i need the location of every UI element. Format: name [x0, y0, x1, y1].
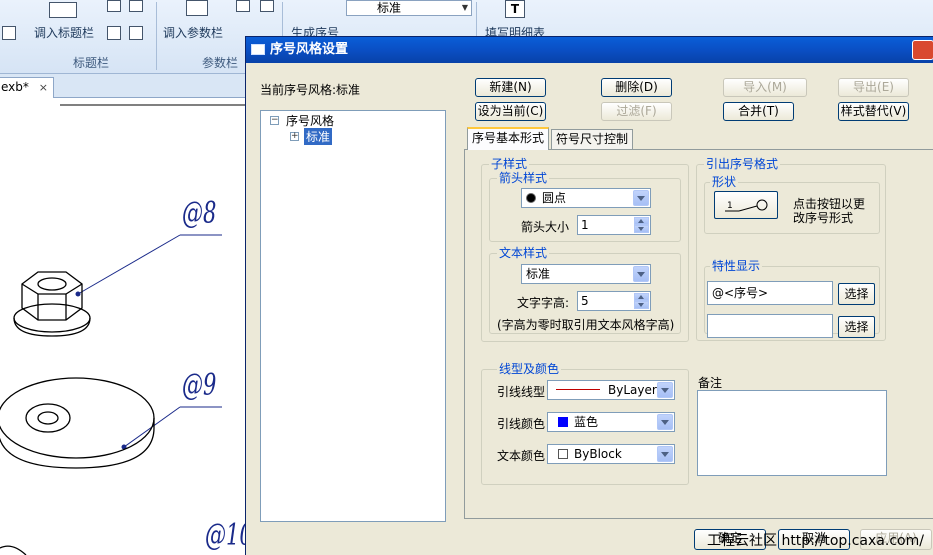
- merge-button[interactable]: 合并(T): [723, 102, 794, 121]
- spin-up-icon[interactable]: [634, 217, 649, 225]
- left-edge-icon[interactable]: [2, 26, 16, 40]
- style-tree[interactable]: − 序号风格 + 标准: [260, 110, 446, 522]
- export-button[interactable]: 导出(E): [838, 78, 909, 97]
- ribbon-separator: [156, 2, 157, 70]
- leader-color-label: 引线颜色: [497, 417, 546, 431]
- arrow-style-title: 箭头样式: [497, 169, 550, 186]
- import-titlebar-icon: [49, 2, 77, 18]
- import-titlebar-button[interactable]: 调入标题栏: [34, 24, 94, 41]
- leader-format-title: 引出序号格式: [704, 155, 781, 172]
- leader-color-combo[interactable]: 蓝色: [547, 412, 675, 432]
- arrow-size-spinner[interactable]: 1: [577, 215, 651, 235]
- color-swatch-icon: [558, 449, 568, 459]
- style-combo[interactable]: 标准 ▼: [346, 0, 472, 16]
- titlebar-extra-icon[interactable]: [107, 26, 121, 40]
- close-dialog-icon[interactable]: [912, 40, 933, 60]
- dialog-app-icon: [251, 44, 265, 55]
- drawing-svg: [0, 104, 245, 555]
- text-color-value: ByBlock: [574, 447, 622, 461]
- arrow-style-combo[interactable]: 圆点: [521, 188, 651, 208]
- leader-color-value: 蓝色: [574, 415, 599, 429]
- spin-up-icon[interactable]: [634, 293, 649, 301]
- replace-style-button[interactable]: 样式替代(V): [838, 102, 909, 121]
- tree-item-standard[interactable]: 标准: [304, 128, 333, 145]
- chevron-down-icon[interactable]: [633, 190, 649, 206]
- text-height-value: 5: [581, 294, 589, 308]
- set-current-button[interactable]: 设为当前(C): [475, 102, 546, 121]
- text-color-combo[interactable]: ByBlock: [547, 444, 675, 464]
- collapse-toggle-icon[interactable]: −: [270, 116, 279, 125]
- document-tab[interactable]: exb* ×: [0, 77, 54, 98]
- dot-arrow-icon: [526, 193, 536, 203]
- expand-toggle-icon[interactable]: +: [290, 132, 299, 141]
- chevron-down-icon[interactable]: [657, 382, 673, 398]
- property-field-1[interactable]: @<序号>: [707, 281, 833, 305]
- text-height-spinner[interactable]: 5: [577, 291, 651, 311]
- select-button-1[interactable]: 选择: [838, 283, 875, 305]
- filter-button[interactable]: 过滤(F): [601, 102, 672, 121]
- tab-symbol-size[interactable]: 符号尺寸控制: [551, 129, 634, 149]
- line-sample-icon: [556, 389, 600, 390]
- watermark: 工程云社区 http://top.caxa.com/: [707, 533, 924, 549]
- chevron-down-icon[interactable]: [657, 446, 673, 462]
- params-edit-icon[interactable]: [236, 0, 250, 12]
- balloon-shape-icon: 1: [725, 199, 768, 212]
- titlebar-fill-icon[interactable]: [129, 0, 143, 12]
- dialog-titlebar[interactable]: 序号风格设置: [246, 37, 933, 63]
- text-style-title: 文本样式: [497, 244, 550, 261]
- arrow-size-label: 箭头大小: [521, 220, 570, 234]
- tree-root[interactable]: 序号风格: [286, 112, 334, 129]
- titlebar-edit-icon[interactable]: [107, 0, 121, 12]
- spin-down-icon[interactable]: [634, 301, 649, 309]
- group-label-titlebar: 标题栏: [73, 56, 110, 70]
- new-button[interactable]: 新建(N): [475, 78, 546, 97]
- import-params-button[interactable]: 调入参数栏: [163, 24, 223, 41]
- spin-down-icon[interactable]: [634, 225, 649, 233]
- property-field-2[interactable]: [707, 314, 833, 338]
- group-label-params: 参数栏: [202, 56, 239, 70]
- import-button[interactable]: 导入(M): [723, 78, 807, 97]
- leader-type-value: ByLayer: [608, 383, 657, 397]
- shape-title: 形状: [710, 173, 739, 190]
- chevron-down-icon[interactable]: [657, 414, 673, 430]
- sequence-style-dialog: 序号风格设置 当前序号风格:标准 − 序号风格 + 标准 新建(N) 删除(D)…: [245, 36, 933, 555]
- remark-label: 备注: [698, 376, 723, 390]
- document-tab-label: exb*: [1, 80, 29, 94]
- close-tab-icon[interactable]: ×: [39, 78, 48, 97]
- tab-control: 序号基本形式 符号尺寸控制 子样式 箭头样式 圆点 箭头大小 1 文本样式 标准: [464, 127, 933, 519]
- balloon-8: @8: [182, 196, 217, 231]
- tab-basic-form[interactable]: 序号基本形式: [467, 127, 550, 150]
- delete-button[interactable]: 删除(D): [601, 78, 672, 97]
- import-params-icon: [186, 0, 208, 16]
- chevron-down-icon[interactable]: [633, 266, 649, 282]
- drawing-canvas[interactable]: @8 @9 @10: [0, 98, 253, 555]
- line-color-title: 线型及颜色: [497, 360, 562, 377]
- arrow-size-value: 1: [581, 218, 589, 232]
- shape-hint: 点击按钮以更改序号形式: [793, 197, 866, 225]
- params-fill-icon[interactable]: [260, 0, 274, 12]
- color-swatch-icon: [558, 417, 568, 427]
- text-height-label: 文字字高:: [517, 296, 570, 310]
- fill-detail-icon: T: [505, 0, 525, 18]
- shape-button[interactable]: 1: [714, 191, 778, 219]
- text-style-value: 标准: [526, 267, 551, 281]
- tab-panel: 子样式 箭头样式 圆点 箭头大小 1 文本样式 标准 文字字高: 5 (字高为零…: [464, 149, 933, 519]
- titlebar-extra2-icon[interactable]: [129, 26, 143, 40]
- leader-type-label: 引线线型: [497, 385, 546, 399]
- current-style-label: 当前序号风格:标准: [260, 83, 361, 97]
- property-display-title: 特性显示: [710, 257, 763, 274]
- select-button-2[interactable]: 选择: [838, 316, 875, 338]
- text-color-label: 文本颜色: [497, 449, 546, 463]
- text-style-combo[interactable]: 标准: [521, 264, 651, 284]
- arrow-style-value: 圆点: [542, 191, 567, 205]
- document-tabstrip: exb* ×: [0, 74, 245, 98]
- remark-textarea[interactable]: [697, 390, 887, 476]
- balloon-9: @9: [182, 368, 217, 403]
- svg-text:1: 1: [727, 201, 733, 211]
- dialog-title: 序号风格设置: [270, 42, 349, 57]
- text-height-note: (字高为零时取引用文本风格字高): [497, 318, 675, 332]
- leader-type-combo[interactable]: ByLayer: [547, 380, 675, 400]
